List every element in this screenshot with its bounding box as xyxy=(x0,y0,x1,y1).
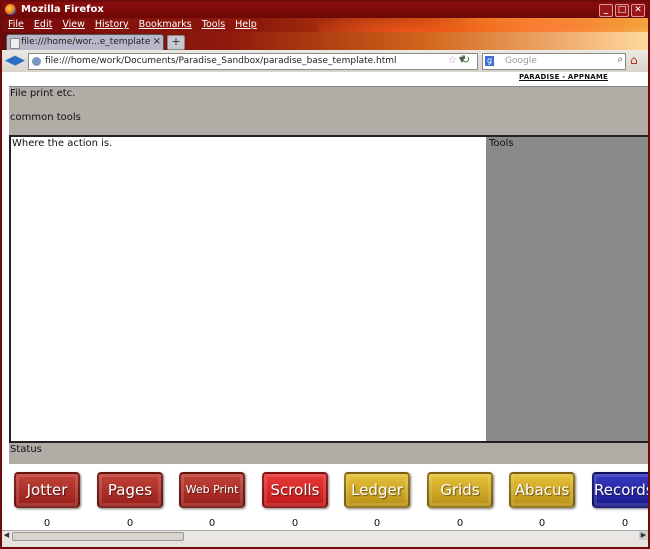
menu-edit[interactable]: Edit xyxy=(34,19,52,30)
main-area-text: Where the action is. xyxy=(12,138,113,149)
close-tab-icon[interactable]: × xyxy=(153,36,161,47)
tools-panel: Tools xyxy=(486,135,648,447)
firefox-icon xyxy=(5,4,16,15)
reload-icon[interactable]: ↻ xyxy=(461,53,474,66)
ledger-count: 0 xyxy=(373,518,381,529)
search-placeholder: Google xyxy=(505,56,537,66)
window-title: Mozilla Firefox xyxy=(21,4,104,15)
scrolls-button[interactable]: Scrolls xyxy=(262,472,328,508)
url-bar[interactable]: file:///home/work/Documents/Paradise_San… xyxy=(28,53,478,70)
scrolls-count: 0 xyxy=(291,518,299,529)
top-panel-line2: common tools xyxy=(10,112,81,123)
top-toolbar-panel: File print etc. common tools xyxy=(9,86,648,137)
tab-title: file:///home/wor...e_template.html xyxy=(21,37,151,47)
jotter-count: 0 xyxy=(43,518,51,529)
abacus-button[interactable]: Abacus xyxy=(509,472,575,508)
menu-help[interactable]: Help xyxy=(235,19,257,30)
tab-active[interactable]: file:///home/wor...e_template.html × xyxy=(6,34,164,50)
pages-count: 0 xyxy=(126,518,134,529)
horizontal-scrollbar[interactable]: ◀ ▶ xyxy=(2,530,648,541)
home-icon[interactable]: ⌂ xyxy=(630,53,644,67)
back-arrow-icon[interactable]: ◀▶ xyxy=(5,53,25,68)
window-controls: _ □ ✕ xyxy=(599,4,645,17)
browser-window: Mozilla Firefox _ □ ✕ File Edit View His… xyxy=(0,0,650,549)
minimize-button[interactable]: _ xyxy=(599,4,613,17)
tab-bar: file:///home/wor...e_template.html × + xyxy=(2,32,648,50)
close-button[interactable]: ✕ xyxy=(631,4,645,17)
menu-bookmarks[interactable]: Bookmarks xyxy=(139,19,192,30)
app-button-row: Jotter Pages Web Print Scrolls Ledger Gr… xyxy=(9,465,648,530)
grids-button[interactable]: Grids xyxy=(427,472,493,508)
globe-icon xyxy=(32,57,41,66)
browser-status-bar xyxy=(2,541,648,547)
google-icon[interactable]: g xyxy=(485,56,494,66)
tools-label: Tools xyxy=(489,138,514,149)
bookmark-star-icon[interactable]: ☆ xyxy=(448,55,457,66)
menu-history[interactable]: History xyxy=(95,19,129,30)
search-box[interactable]: g Google ⌕ xyxy=(482,53,626,70)
status-panel: Status xyxy=(9,441,648,464)
grids-count: 0 xyxy=(456,518,464,529)
ledger-button[interactable]: Ledger xyxy=(344,472,410,508)
abacus-count: 0 xyxy=(538,518,546,529)
maximize-button[interactable]: □ xyxy=(615,4,629,17)
scroll-left-icon[interactable]: ◀ xyxy=(2,531,11,540)
menu-view[interactable]: View xyxy=(62,19,85,30)
main-work-area[interactable]: Where the action is. xyxy=(9,135,489,445)
navigation-toolbar: ◀▶ file:///home/work/Documents/Paradise_… xyxy=(2,50,648,73)
app-name-link[interactable]: PARADISE - APPNAME xyxy=(519,73,608,81)
page-content: PARADISE - APPNAME File print etc. commo… xyxy=(2,72,648,530)
top-panel-line1: File print etc. xyxy=(10,88,76,99)
file-icon xyxy=(10,38,20,49)
title-bar: Mozilla Firefox _ □ ✕ xyxy=(2,2,648,18)
search-icon[interactable]: ⌕ xyxy=(617,54,623,65)
web-print-button[interactable]: Web Print xyxy=(179,472,245,508)
jotter-button[interactable]: Jotter xyxy=(14,472,80,508)
menu-tools[interactable]: Tools xyxy=(202,19,225,30)
records-button[interactable]: Records xyxy=(592,472,648,508)
web-print-count: 0 xyxy=(208,518,216,529)
new-tab-button[interactable]: + xyxy=(167,35,185,50)
pages-button[interactable]: Pages xyxy=(97,472,163,508)
menu-bar: File Edit View History Bookmarks Tools H… xyxy=(2,18,648,66)
scrollbar-thumb[interactable] xyxy=(12,532,184,541)
menu-file[interactable]: File xyxy=(8,19,24,30)
records-count: 0 xyxy=(621,518,629,529)
url-text: file:///home/work/Documents/Paradise_San… xyxy=(45,56,397,66)
scroll-right-icon[interactable]: ▶ xyxy=(639,531,648,540)
status-label: Status xyxy=(10,444,42,455)
